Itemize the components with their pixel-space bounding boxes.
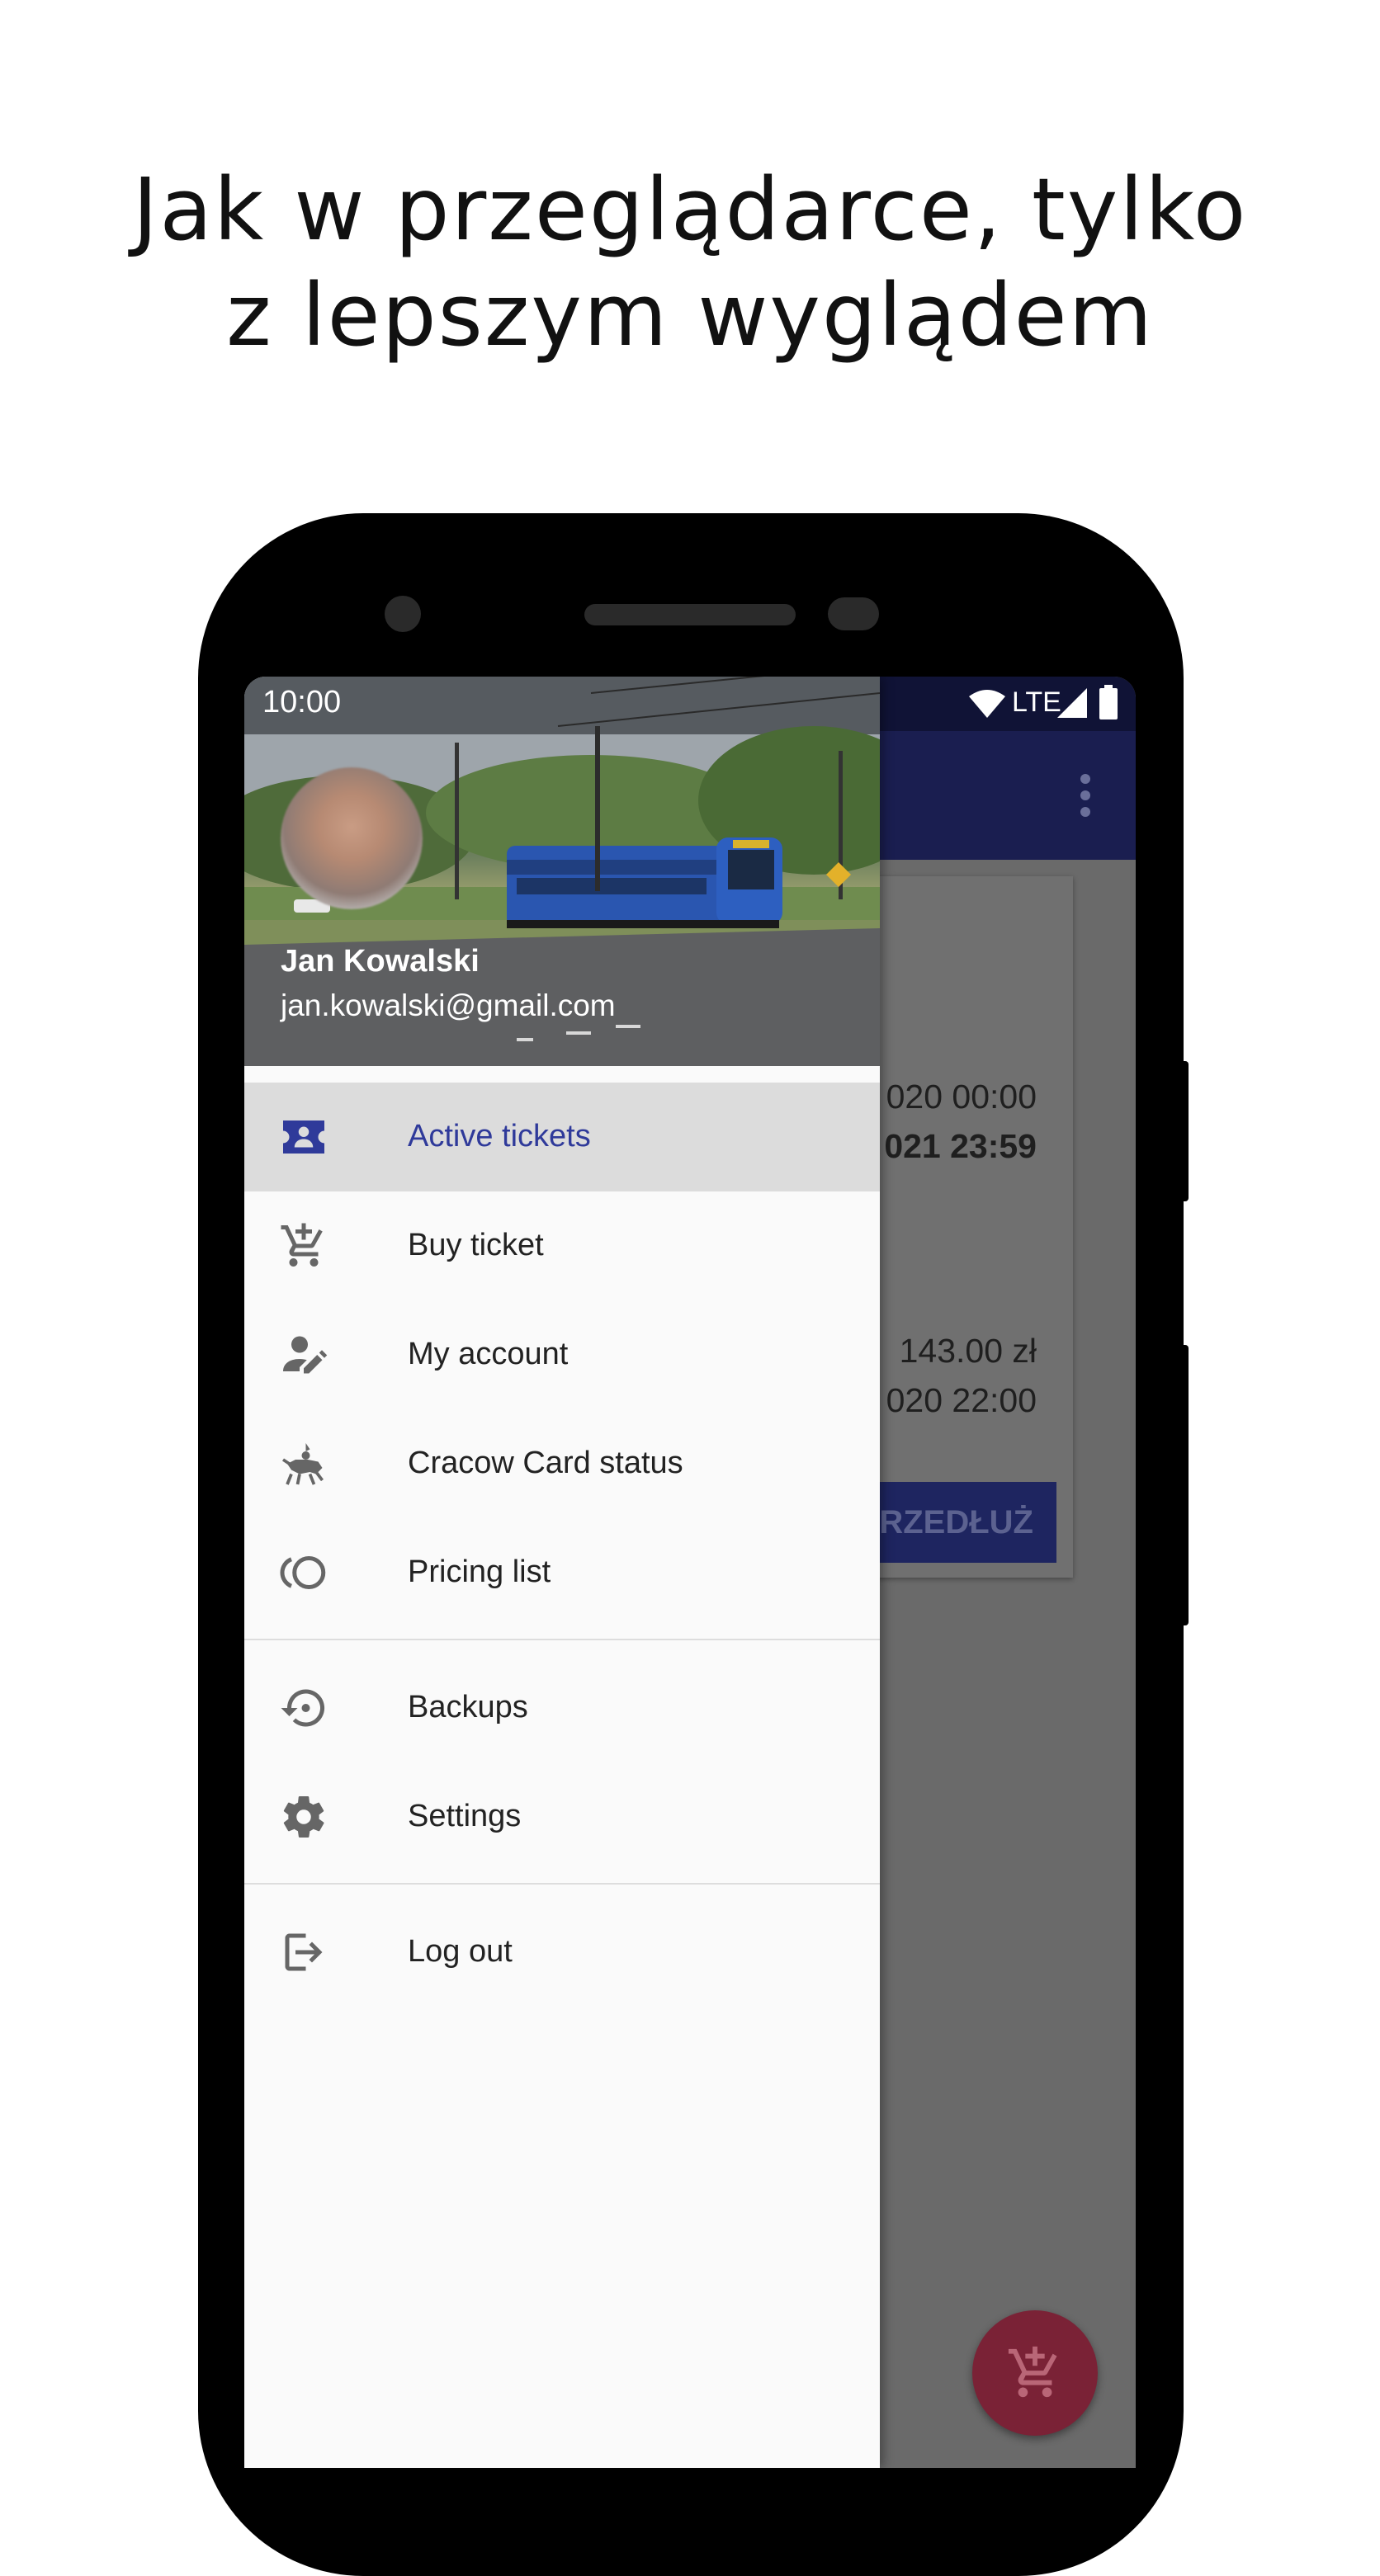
overflow-menu-icon[interactable] — [1080, 772, 1091, 819]
user-email: jan.kowalski@gmail.com — [281, 988, 616, 1022]
buy-ticket-fab[interactable] — [972, 2310, 1098, 2436]
ticket-valid-to: 021 23:59 — [884, 1127, 1037, 1165]
cart-add-icon — [1008, 2346, 1057, 2398]
headline-line-2: z lepszym wyglądem — [226, 265, 1154, 366]
menu-item-my-account[interactable]: My account — [244, 1300, 880, 1409]
menu-label-my-account: My account — [408, 1337, 569, 1371]
menu-item-settings[interactable]: Settings — [244, 1762, 880, 1871]
ticket-icon — [283, 1121, 324, 1154]
cart-add-icon — [281, 1223, 323, 1267]
coins-icon — [280, 1556, 326, 1589]
ticket-price: 143.00 zł — [899, 1332, 1037, 1370]
menu-label-pricing-list: Pricing list — [408, 1555, 551, 1589]
signal-icon — [1057, 688, 1087, 718]
backup-restore-icon — [281, 1689, 325, 1727]
proximity-sensor — [828, 597, 879, 630]
promo-headline: Jak w przeglądarce, tylko z lepszym wygl… — [0, 157, 1380, 368]
avatar[interactable] — [281, 767, 423, 909]
lajkonik-icon — [281, 1443, 324, 1485]
gear-icon — [283, 1796, 324, 1838]
menu-label-cracow-card-status: Cracow Card status — [408, 1446, 683, 1480]
account-edit-icon — [283, 1336, 328, 1374]
menu-divider — [244, 1639, 880, 1640]
menu-item-backups[interactable]: Backups — [244, 1654, 880, 1762]
volume-button — [1180, 1061, 1189, 1201]
menu-item-log-out[interactable]: Log out — [244, 1898, 880, 2007]
network-type: LTE — [1012, 686, 1061, 718]
logout-icon — [285, 1933, 323, 1971]
drawer-menu: Active tickets Buy ticket My account Cra… — [244, 1083, 880, 2007]
menu-label-settings: Settings — [408, 1799, 522, 1833]
menu-label-buy-ticket: Buy ticket — [408, 1228, 544, 1262]
front-camera — [385, 596, 421, 632]
menu-label-backups: Backups — [408, 1690, 528, 1724]
battery-icon — [1099, 685, 1118, 719]
menu-item-cracow-card-status[interactable]: Cracow Card status — [244, 1409, 880, 1518]
ticket-valid-from: 020 00:00 — [886, 1078, 1037, 1116]
wifi-icon — [969, 690, 1005, 718]
power-button — [1180, 1345, 1189, 1625]
navigation-drawer: 10:00 Jan Kowalski jan.kowalski@gmail.co… — [244, 677, 880, 2468]
headline-line-1: Jak w przeglądarce, tylko — [132, 159, 1248, 260]
earpiece-speaker — [584, 604, 796, 625]
menu-divider — [244, 1883, 880, 1885]
drawer-status-time: 10:00 — [262, 685, 342, 719]
menu-label-active-tickets: Active tickets — [408, 1119, 591, 1154]
menu-label-log-out: Log out — [408, 1934, 513, 1969]
user-name: Jan Kowalski — [281, 944, 480, 979]
menu-item-buy-ticket[interactable]: Buy ticket — [244, 1191, 880, 1300]
drawer-header: 10:00 Jan Kowalski jan.kowalski@gmail.co… — [244, 677, 880, 1066]
menu-item-pricing-list[interactable]: Pricing list — [244, 1518, 880, 1627]
menu-item-active-tickets[interactable]: Active tickets — [244, 1083, 880, 1191]
phone-screen: LTE 020 00:00 021 23:59 143.00 zł 020 22… — [244, 677, 1136, 2468]
ticket-purchase-date: 020 22:00 — [886, 1381, 1037, 1419]
